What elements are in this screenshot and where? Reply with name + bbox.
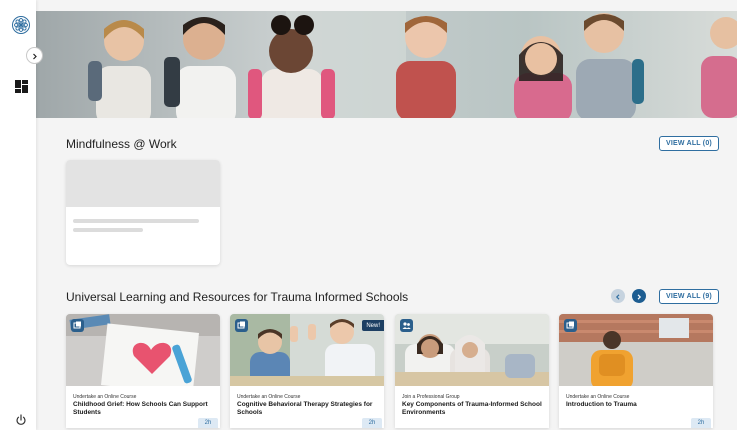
- card-type-label: Join a Professional Group: [402, 394, 460, 400]
- card-title: Introduction to Trauma: [566, 401, 637, 408]
- mindfulness-view-all-button[interactable]: VIEW ALL (0): [659, 136, 719, 151]
- card-image: [559, 314, 713, 386]
- hero-banner: [36, 11, 737, 118]
- course-type-badge-icon: [235, 319, 248, 332]
- placeholder-line: [73, 219, 199, 223]
- chevron-left-icon: [615, 287, 621, 305]
- course-card[interactable]: New! Undertake an Online Course Cognitiv…: [230, 314, 384, 428]
- placeholder-line: [73, 228, 143, 232]
- sidebar-collapse-button[interactable]: [26, 47, 43, 64]
- card-type-label: Undertake an Online Course: [237, 394, 301, 400]
- flower-logo-icon[interactable]: [12, 16, 30, 34]
- card-type-label: Undertake an Online Course: [73, 394, 137, 400]
- sidebar: [0, 0, 36, 430]
- card-image: New!: [230, 314, 384, 386]
- card-image: [66, 314, 220, 386]
- new-badge: New!: [362, 320, 384, 331]
- card-image: [395, 314, 549, 386]
- mindfulness-section-title: Mindfulness @ Work: [66, 137, 177, 151]
- course-card[interactable]: Undertake an Online Course Introduction …: [559, 314, 713, 428]
- trauma-view-all-button[interactable]: VIEW ALL (9): [659, 289, 719, 304]
- card-type-label: Undertake an Online Course: [566, 394, 630, 400]
- power-icon[interactable]: [15, 413, 27, 425]
- duration-badge: 2h: [362, 418, 382, 428]
- course-type-badge-icon: [564, 319, 577, 332]
- trauma-section-title: Universal Learning and Resources for Tra…: [66, 290, 409, 304]
- card-title: Childhood Grief: How Schools Can Support…: [73, 401, 208, 416]
- hero-image: [36, 11, 737, 118]
- course-card[interactable]: Undertake an Online Course Childhood Gri…: [66, 314, 220, 428]
- carousel-prev-button[interactable]: [611, 289, 625, 303]
- card-title: Cognitive Behavioral Therapy Strategies …: [237, 401, 373, 416]
- course-type-badge-icon: [71, 319, 84, 332]
- group-type-badge-icon: [400, 319, 413, 332]
- chevron-right-icon: [31, 47, 38, 65]
- card-title: Key Components of Trauma-Informed School…: [402, 401, 542, 416]
- duration-badge: 2h: [691, 418, 711, 428]
- loading-placeholder-card: [66, 160, 220, 265]
- chevron-right-icon: [636, 287, 642, 305]
- professional-group-card[interactable]: Join a Professional Group Key Components…: [395, 314, 549, 428]
- carousel-next-button[interactable]: [632, 289, 646, 303]
- duration-badge: 2h: [198, 418, 218, 428]
- placeholder-image: [66, 160, 220, 207]
- dashboard-grid-icon[interactable]: [15, 80, 28, 93]
